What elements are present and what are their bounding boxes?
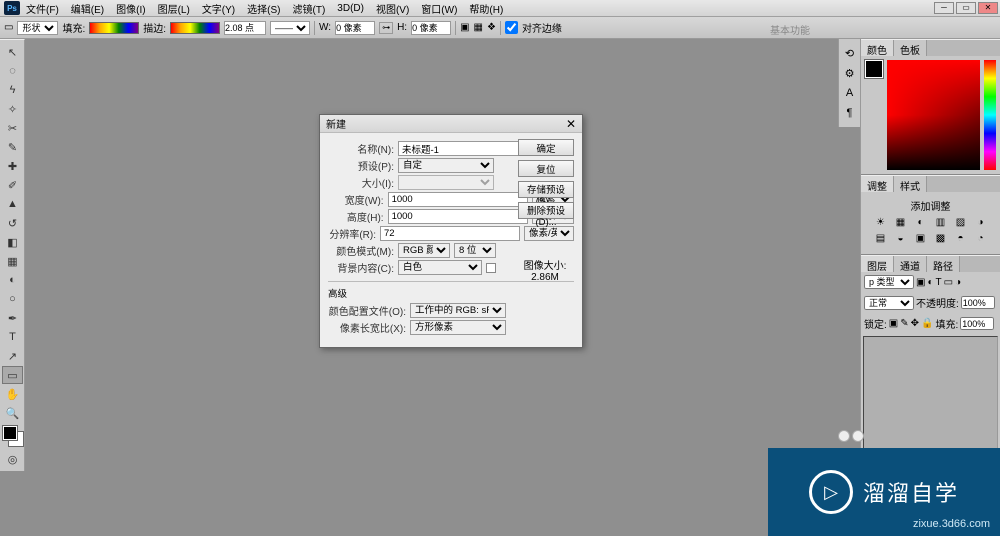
width-input[interactable] — [388, 192, 528, 207]
bit-depth-select[interactable]: 8 位 — [454, 243, 496, 258]
image-size-value: 2.86M — [520, 272, 570, 283]
preset-select[interactable]: 自定 — [398, 158, 494, 173]
pixel-aspect-label: 像素长宽比(X): — [328, 320, 406, 335]
bg-content-label: 背景内容(C): — [328, 260, 394, 275]
resolution-label: 分辨率(R): — [328, 226, 376, 241]
preset-label: 预设(P): — [328, 158, 394, 173]
delete-preset-button[interactable]: 删除预设(D)... — [518, 202, 574, 219]
width-label: 宽度(W): — [328, 192, 384, 207]
new-document-dialog: 新建 ✕ 确定 复位 存储预设(S)... 删除预设(D)... 图像大小: 2… — [319, 114, 583, 348]
height-input[interactable] — [388, 209, 528, 224]
watermark-text: 溜溜自学 — [863, 476, 959, 508]
image-size-label: 图像大小: — [520, 257, 570, 272]
watermark: ▷ 溜溜自学 zixue.3d66.com — [768, 448, 1000, 536]
bg-color-swatch[interactable] — [486, 263, 496, 273]
color-mode-select[interactable]: RGB 颜色 — [398, 243, 450, 258]
color-profile-select[interactable]: 工作中的 RGB: sRGB IEC619… — [410, 303, 506, 318]
color-mode-label: 颜色模式(M): — [328, 243, 394, 258]
bg-content-select[interactable]: 白色 — [398, 260, 482, 275]
save-preset-button[interactable]: 存储预设(S)... — [518, 181, 574, 198]
height-label: 高度(H): — [328, 209, 384, 224]
revision-dots — [838, 430, 864, 442]
name-label: 名称(N): — [328, 141, 394, 156]
watermark-logo-icon: ▷ — [809, 470, 853, 514]
size-select — [398, 175, 494, 190]
cancel-button[interactable]: 复位 — [518, 160, 574, 177]
ok-button[interactable]: 确定 — [518, 139, 574, 156]
pixel-aspect-select[interactable]: 方形像素 — [410, 320, 506, 335]
dialog-title: 新建 — [326, 116, 346, 131]
resolution-unit-select[interactable]: 像素/英寸 — [524, 226, 574, 241]
color-profile-label: 颜色配置文件(O): — [328, 303, 406, 318]
advanced-label[interactable]: 高级 — [328, 286, 574, 300]
size-label: 大小(I): — [328, 175, 394, 190]
watermark-url: zixue.3d66.com — [913, 518, 990, 530]
dialog-close-icon[interactable]: ✕ — [566, 117, 576, 131]
name-input[interactable] — [398, 141, 538, 156]
resolution-input[interactable] — [380, 226, 520, 241]
